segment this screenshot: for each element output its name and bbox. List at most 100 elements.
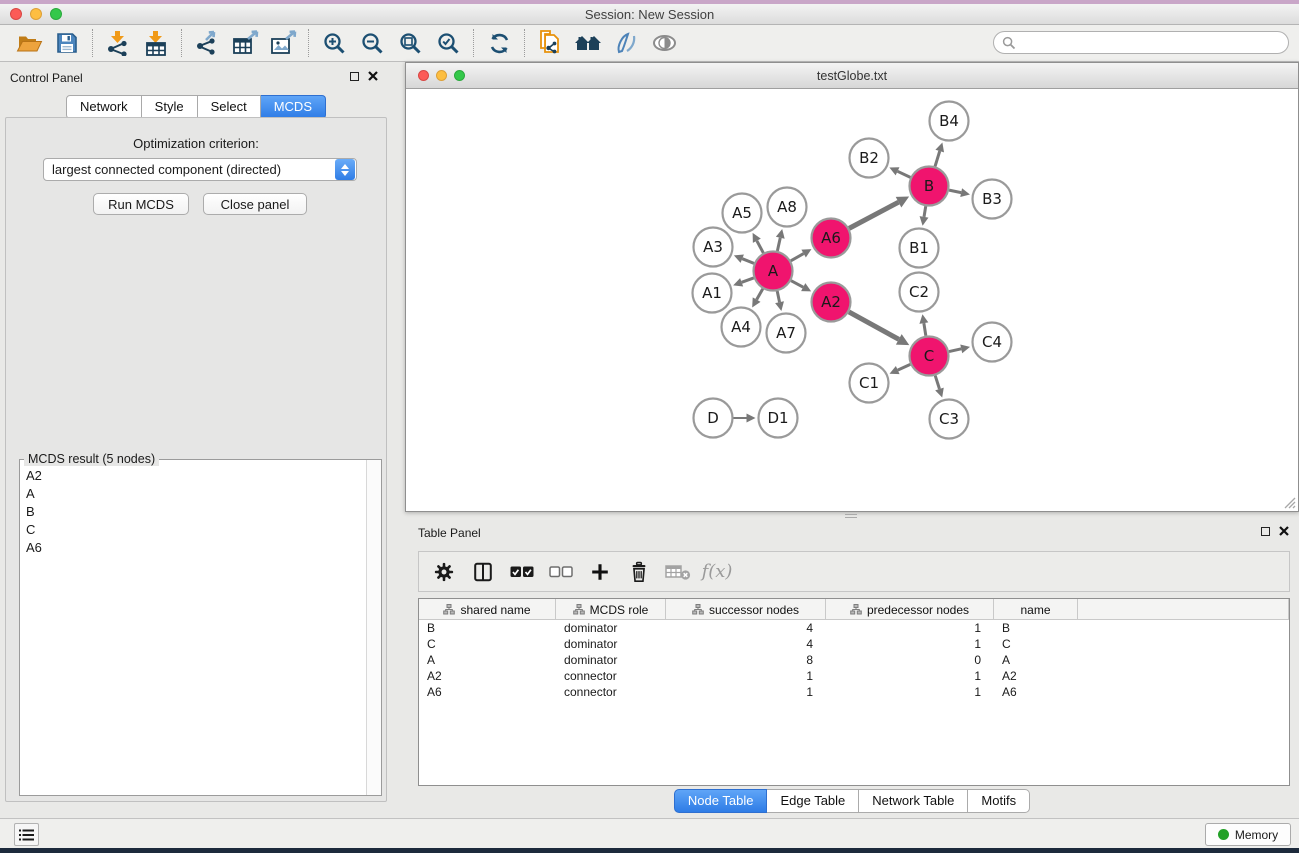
cell[interactable]: dominator: [556, 636, 666, 652]
show-hide-eye-icon[interactable]: [645, 27, 683, 59]
cell[interactable]: C: [419, 636, 556, 652]
cell[interactable]: 8: [666, 652, 826, 668]
cell[interactable]: 4: [666, 636, 826, 652]
column-header-MCDS-role[interactable]: MCDS role: [556, 599, 666, 620]
cell[interactable]: connector: [556, 668, 666, 684]
import-table-icon[interactable]: [137, 27, 175, 59]
split-panel-icon[interactable]: [468, 557, 498, 587]
export-table-icon[interactable]: [226, 27, 264, 59]
edge-A-A5[interactable]: [757, 241, 763, 253]
result-item[interactable]: A2: [21, 466, 367, 484]
search-field[interactable]: [993, 31, 1289, 54]
table-row[interactable]: A6connector11A6: [419, 684, 1289, 700]
cell[interactable]: 1: [826, 636, 994, 652]
tab-node-table[interactable]: Node Table: [674, 789, 768, 813]
panel-divider-handle[interactable]: [845, 514, 857, 518]
table-row[interactable]: Bdominator41B: [419, 620, 1289, 636]
tab-network[interactable]: Network: [66, 95, 142, 119]
tab-mcds[interactable]: MCDS: [261, 95, 326, 119]
zoom-in-icon[interactable]: [315, 27, 353, 59]
edge-A-A7[interactable]: [777, 291, 779, 302]
import-network-icon[interactable]: [99, 27, 137, 59]
edge-A-A1[interactable]: [742, 278, 754, 282]
float-panel-icon[interactable]: [1261, 527, 1270, 536]
edge-A-A4[interactable]: [757, 289, 763, 300]
run-mcds-button[interactable]: Run MCDS: [93, 193, 189, 215]
table-row[interactable]: Adominator80A: [419, 652, 1289, 668]
cell[interactable]: 1: [826, 620, 994, 636]
column-header-name[interactable]: name: [994, 599, 1078, 620]
cell[interactable]: connector: [556, 684, 666, 700]
table-header-row[interactable]: shared nameMCDS rolesuccessor nodesprede…: [419, 599, 1289, 620]
cell[interactable]: A6: [994, 684, 1078, 700]
edge-C-C2[interactable]: [924, 323, 926, 336]
edge-C-C1[interactable]: [898, 364, 911, 370]
table-settings-gear-icon[interactable]: [429, 557, 459, 587]
cell[interactable]: 1: [666, 668, 826, 684]
column-header-shared-name[interactable]: shared name: [419, 599, 556, 620]
close-view-button[interactable]: [418, 70, 429, 81]
window-resize-grip[interactable]: [1283, 496, 1296, 509]
cell[interactable]: A2: [994, 668, 1078, 684]
style-brush-icon[interactable]: [607, 27, 645, 59]
minimize-view-button[interactable]: [436, 70, 447, 81]
close-window-button[interactable]: [10, 8, 22, 20]
memory-button[interactable]: Memory: [1205, 823, 1291, 846]
delete-column-trash-icon[interactable]: [624, 557, 654, 587]
edge-A-A6[interactable]: [791, 254, 804, 261]
export-image-icon[interactable]: [264, 27, 302, 59]
table-row[interactable]: Cdominator41C: [419, 636, 1289, 652]
result-scrollbar[interactable]: [366, 460, 381, 795]
add-column-plus-icon[interactable]: [585, 557, 615, 587]
edge-A-A3[interactable]: [742, 259, 754, 264]
table-row[interactable]: A2connector11A2: [419, 668, 1289, 684]
criterion-dropdown[interactable]: largest connected component (directed): [43, 158, 357, 181]
edge-B-B1[interactable]: [924, 206, 926, 217]
table-body[interactable]: Bdominator41BCdominator41CAdominator80AA…: [419, 620, 1289, 700]
edge-B-B2[interactable]: [898, 171, 911, 177]
save-session-icon[interactable]: [48, 27, 86, 59]
column-header-successor-nodes[interactable]: successor nodes: [666, 599, 826, 620]
zoom-fit-icon[interactable]: [391, 27, 429, 59]
cell[interactable]: C: [994, 636, 1078, 652]
float-panel-icon[interactable]: [350, 72, 359, 81]
home-icon[interactable]: [569, 27, 607, 59]
cell[interactable]: 1: [666, 684, 826, 700]
close-panel-icon[interactable]: [1279, 526, 1289, 536]
network-graph[interactable]: B4B2BB3A8A5A6A3B1AC2A1A2A4A7C4CC1C3DD1: [407, 89, 1297, 511]
cell[interactable]: B: [994, 620, 1078, 636]
minimize-window-button[interactable]: [30, 8, 42, 20]
cell[interactable]: dominator: [556, 652, 666, 668]
close-panel-icon[interactable]: [368, 71, 378, 81]
zoom-view-button[interactable]: [454, 70, 465, 81]
result-item[interactable]: A: [21, 484, 367, 502]
edge-B-B3[interactable]: [949, 190, 961, 192]
result-item[interactable]: C: [21, 520, 367, 538]
tab-motifs[interactable]: Motifs: [968, 789, 1030, 813]
tab-network-table[interactable]: Network Table: [859, 789, 968, 813]
result-item[interactable]: B: [21, 502, 367, 520]
open-session-icon[interactable]: [10, 27, 48, 59]
edge-C-C3[interactable]: [935, 376, 939, 389]
cell[interactable]: 0: [826, 652, 994, 668]
cell[interactable]: 1: [826, 684, 994, 700]
zoom-out-icon[interactable]: [353, 27, 391, 59]
column-header-predecessor-nodes[interactable]: predecessor nodes: [826, 599, 994, 620]
edge-A2-C[interactable]: [849, 312, 899, 339]
zoom-window-button[interactable]: [50, 8, 62, 20]
select-all-checked-icon[interactable]: [507, 557, 537, 587]
edge-A-A2[interactable]: [791, 281, 803, 287]
close-panel-button[interactable]: Close panel: [203, 193, 307, 215]
export-network-icon[interactable]: [188, 27, 226, 59]
cell[interactable]: A: [419, 652, 556, 668]
cell[interactable]: B: [419, 620, 556, 636]
cell[interactable]: 1: [826, 668, 994, 684]
result-item[interactable]: A6: [21, 538, 367, 556]
cell[interactable]: 4: [666, 620, 826, 636]
cell[interactable]: A: [994, 652, 1078, 668]
tab-edge-table[interactable]: Edge Table: [767, 789, 859, 813]
edge-A-A8[interactable]: [777, 238, 780, 251]
window-controls[interactable]: [10, 8, 62, 20]
network-window-controls[interactable]: [418, 70, 465, 81]
edge-B-B4[interactable]: [935, 151, 940, 166]
